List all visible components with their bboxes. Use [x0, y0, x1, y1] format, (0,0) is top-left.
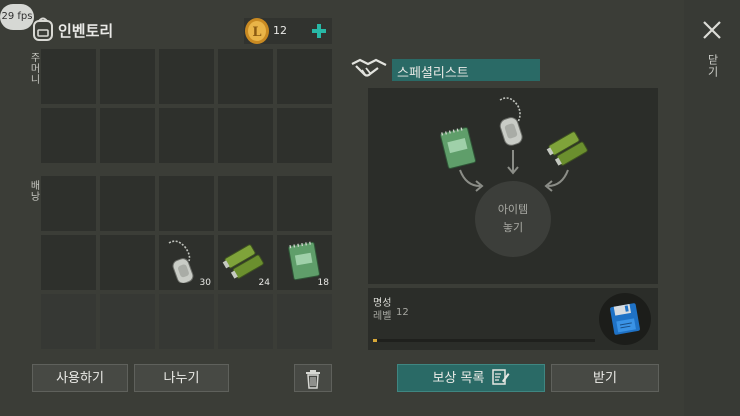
backpack-slot-battery[interactable]: 24: [218, 235, 273, 290]
backpack-slot[interactable]: [100, 235, 155, 290]
trash-icon: [306, 370, 320, 389]
backpack-slot-dog-tag[interactable]: 30: [159, 235, 214, 290]
specialist-title: 스페셜리스트: [397, 66, 469, 81]
svg-text:L: L: [252, 25, 261, 40]
pocket-slot[interactable]: [41, 49, 96, 104]
split-button[interactable]: 나누기: [134, 364, 229, 392]
close-button[interactable]: [700, 18, 724, 42]
backpack-slot-notebook[interactable]: 18: [277, 235, 332, 290]
pocket-slot[interactable]: [100, 49, 155, 104]
close-label[interactable]: 닫기: [704, 54, 720, 78]
backpack-slot[interactable]: [100, 294, 155, 349]
pocket-slot[interactable]: [218, 108, 273, 163]
save-badge: [599, 293, 651, 345]
drop-label-line2: 놓기: [502, 221, 524, 234]
edit-list-icon: [491, 369, 510, 385]
use-button[interactable]: 사용하기: [32, 364, 128, 392]
backpack-slot[interactable]: [159, 294, 214, 349]
item-count: 24: [258, 278, 270, 288]
rewards-list-button[interactable]: 보상 목록: [397, 364, 545, 392]
coin-icon: L: [244, 17, 270, 45]
backpack-slot[interactable]: [277, 294, 332, 349]
pocket-slot[interactable]: [218, 49, 273, 104]
reputation-progress-track: [373, 339, 595, 342]
level-label: 레벨: [373, 311, 392, 322]
pocket-slot[interactable]: [277, 108, 332, 163]
backpack-icon: [32, 16, 54, 42]
pockets-label: 주머니: [28, 52, 39, 85]
rewards-list-label: 보상 목록: [432, 371, 485, 386]
pocket-slot[interactable]: [277, 49, 332, 104]
reputation-progress-fill: [373, 339, 378, 342]
backpack-slot[interactable]: [218, 176, 273, 231]
pocket-slot[interactable]: [159, 108, 214, 163]
item-count: 18: [317, 278, 329, 288]
backpack-slot[interactable]: [218, 294, 273, 349]
dog-tag-icon: [168, 240, 194, 283]
plus-icon: [312, 24, 326, 38]
backpack-slot[interactable]: [100, 176, 155, 231]
drop-label-line1: 아이템: [497, 203, 529, 216]
receive-button[interactable]: 받기: [551, 364, 659, 392]
backpack-slot[interactable]: [41, 294, 96, 349]
handshake-icon: [350, 56, 388, 82]
backpack-slot[interactable]: [277, 176, 332, 231]
item-count: 30: [199, 278, 211, 288]
fps-counter: 29 fps: [0, 4, 34, 30]
battery-icon: [222, 244, 264, 279]
backpack-label: 배낭: [28, 180, 39, 202]
backpack-slot[interactable]: [41, 176, 96, 231]
add-coins-button[interactable]: [308, 18, 330, 44]
backpack-slot[interactable]: [41, 235, 96, 290]
floppy-disk-icon: [610, 303, 640, 335]
inventory-title: 인벤토리: [58, 22, 114, 40]
level-value: 12: [396, 307, 409, 318]
pocket-slot[interactable]: [41, 108, 96, 163]
coin-count: 12: [273, 24, 287, 37]
backpack-slot[interactable]: [159, 176, 214, 231]
item-drop-slot[interactable]: 아이템 놓기: [475, 181, 551, 257]
pocket-slot[interactable]: [159, 49, 214, 104]
delete-button[interactable]: [294, 364, 332, 392]
close-icon: [703, 21, 721, 39]
dog-tag-icon: [499, 97, 523, 146]
notebook-icon: [288, 241, 320, 281]
pocket-slot[interactable]: [100, 108, 155, 163]
